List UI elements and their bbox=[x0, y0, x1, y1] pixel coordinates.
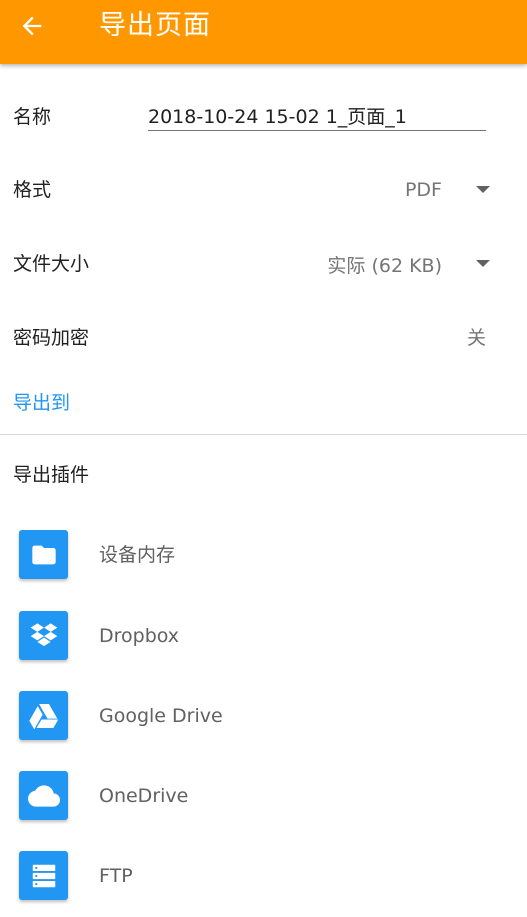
plugin-item-onedrive[interactable]: OneDrive bbox=[0, 756, 527, 836]
onedrive-icon bbox=[27, 784, 60, 807]
dropdown-arrow-icon bbox=[476, 186, 490, 193]
name-input[interactable] bbox=[148, 100, 486, 131]
plugin-label: OneDrive bbox=[99, 785, 189, 807]
divider bbox=[0, 434, 527, 435]
filesize-select[interactable]: 实际 (62 KB) bbox=[327, 239, 490, 289]
dropdown-arrow-icon bbox=[476, 260, 490, 267]
google-drive-icon bbox=[28, 703, 58, 729]
name-row: 名称 bbox=[0, 92, 527, 142]
filesize-value: 实际 (62 KB) bbox=[327, 254, 442, 277]
filesize-row: 文件大小 实际 (62 KB) bbox=[0, 239, 527, 289]
name-label: 名称 bbox=[13, 106, 52, 128]
export-to-link[interactable]: 导出到 bbox=[13, 383, 70, 423]
plugin-item-ftp[interactable]: FTP bbox=[0, 836, 527, 916]
export-page-screen: 导出页面 名称 格式 PDF 文件大小 实际 (62 KB) 密码加密 关 导出… bbox=[0, 0, 527, 917]
plugin-label: Dropbox bbox=[99, 625, 180, 647]
folder-icon bbox=[31, 545, 56, 564]
dropbox-icon bbox=[30, 622, 57, 646]
password-toggle[interactable]: 关 bbox=[467, 313, 486, 363]
plugin-item-google-drive[interactable]: Google Drive bbox=[0, 676, 527, 756]
format-label: 格式 bbox=[13, 179, 52, 201]
arrow-left-icon bbox=[22, 16, 42, 36]
app-bar: 导出页面 bbox=[0, 0, 527, 64]
ftp-server-icon bbox=[32, 864, 55, 887]
plugin-label: FTP bbox=[99, 865, 133, 887]
format-row: 格式 PDF bbox=[0, 165, 527, 215]
format-select[interactable]: PDF bbox=[404, 165, 490, 215]
plugins-section-title: 导出插件 bbox=[13, 464, 90, 486]
filesize-label: 文件大小 bbox=[13, 253, 90, 275]
plugin-label: 设备内存 bbox=[99, 544, 176, 566]
plugin-item-device-storage[interactable]: 设备内存 bbox=[0, 515, 527, 595]
plugin-label: Google Drive bbox=[99, 705, 223, 727]
plugin-item-dropbox[interactable]: Dropbox bbox=[0, 596, 527, 676]
password-label: 密码加密 bbox=[13, 327, 90, 349]
password-row: 密码加密 关 bbox=[0, 313, 527, 363]
back-button[interactable] bbox=[12, 6, 52, 46]
page-title: 导出页面 bbox=[99, 10, 211, 41]
format-value: PDF bbox=[404, 179, 442, 201]
